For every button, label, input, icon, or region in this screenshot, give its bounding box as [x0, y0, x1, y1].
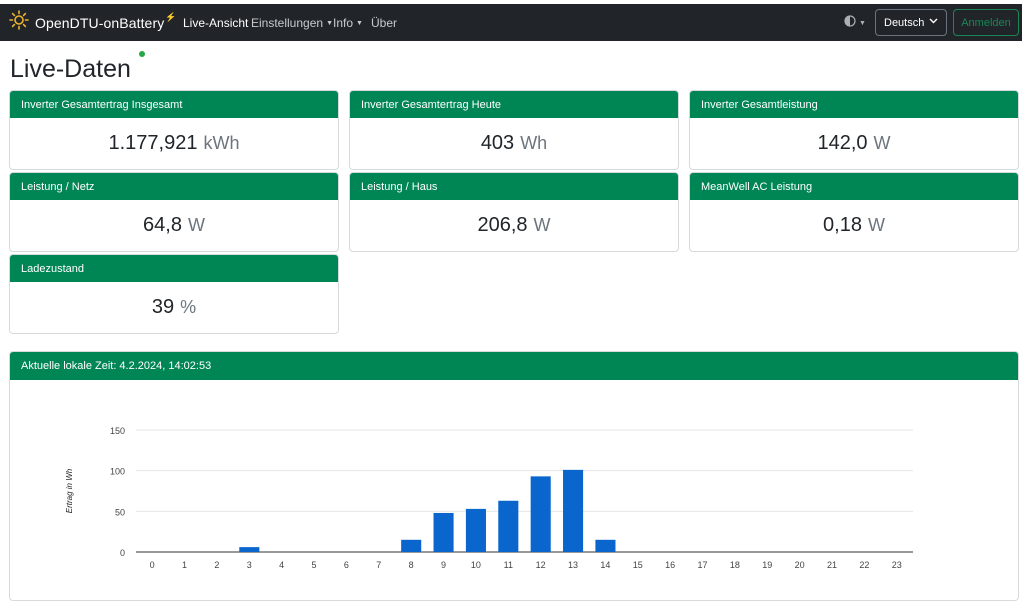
- x-tick-label: 14: [600, 560, 610, 570]
- nav-info-label: Info: [333, 15, 354, 30]
- card-house-power: Leistung / Haus 206,8 W: [349, 172, 679, 252]
- card-total-power: Inverter Gesamtleistung 142,0 W: [689, 90, 1019, 170]
- card-value: 1.177,921: [108, 132, 198, 154]
- yield-bar-chart: 050100150Ertrag in Wh0 1 2 3 4 5 6 7 8 9 10 11 12 13 1…: [65, 426, 913, 570]
- nav-live-view-label: Live-Ansicht: [183, 15, 249, 30]
- x-tick-label: 7: [376, 560, 381, 570]
- brand-name: OpenDTU-onBattery: [35, 14, 165, 31]
- bar-hour-8: [401, 539, 422, 552]
- card-header: Leistung / Haus: [350, 173, 678, 200]
- bar-hour-13: [563, 469, 584, 552]
- y-tick-label: 0: [120, 548, 125, 558]
- card-today-yield: Inverter Gesamtertrag Heute 403 Wh: [349, 90, 679, 170]
- bar-hour-12: [530, 476, 551, 552]
- x-tick-label: 17: [698, 560, 708, 570]
- x-tick-label: 23: [892, 560, 902, 570]
- x-tick-label: 22: [859, 560, 869, 570]
- card-meanwell-power: MeanWell AC Leistung 0,18 W: [689, 172, 1019, 252]
- x-tick-label: 4: [279, 560, 284, 570]
- top-navbar: OpenDTU-onBattery ⚡ Live-Ansicht Einstel…: [0, 4, 1022, 41]
- card-header: Leistung / Netz: [10, 173, 338, 200]
- x-tick-label: 9: [441, 560, 446, 570]
- card-header: Ladezustand: [10, 255, 338, 282]
- card-header: Inverter Gesamtertrag Heute: [350, 91, 678, 118]
- card-unit: W: [873, 133, 891, 153]
- x-tick-label: 12: [536, 560, 546, 570]
- x-tick-label: 13: [568, 560, 578, 570]
- caret-down-icon: ▼: [326, 20, 333, 27]
- card-header: Inverter Gesamtleistung: [690, 91, 1018, 118]
- x-tick-label: 0: [150, 560, 155, 570]
- card-value: 64,8: [143, 214, 182, 236]
- x-tick-label: 5: [312, 560, 317, 570]
- chart-card-header: Aktuelle lokale Zeit: 4.2.2024, 14:02:53: [10, 352, 1018, 380]
- card-value: 39: [151, 296, 175, 318]
- y-axis-label: Ertrag in Wh: [65, 468, 74, 513]
- card-header: MeanWell AC Leistung: [690, 173, 1018, 200]
- card-unit: kWh: [203, 133, 240, 153]
- card-value: 0,18: [823, 214, 862, 236]
- battery-icon: ⚡: [165, 12, 177, 22]
- card-value: 206,8: [477, 214, 528, 236]
- login-button[interactable]: Anmelden: [953, 9, 1019, 36]
- x-tick-label: 2: [214, 560, 219, 570]
- y-tick-label: 150: [110, 426, 125, 436]
- chart-card: Aktuelle lokale Zeit: 4.2.2024, 14:02:53…: [9, 351, 1019, 601]
- card-value: 403: [480, 132, 515, 154]
- card-unit: %: [180, 297, 197, 317]
- nav-about[interactable]: Über: [371, 4, 397, 41]
- x-tick-label: 6: [344, 560, 349, 570]
- card-unit: W: [187, 215, 205, 235]
- nav-settings-label: Einstellungen: [251, 15, 324, 30]
- half-circle-icon: [844, 15, 856, 30]
- language-select[interactable]: Deutsch: [875, 9, 947, 36]
- theme-toggle[interactable]: ▼: [844, 4, 866, 41]
- nav-settings-dropdown[interactable]: Einstellungen ▼: [251, 4, 333, 41]
- y-tick-label: 100: [110, 467, 125, 477]
- nav-live-view[interactable]: Live-Ansicht: [183, 4, 248, 41]
- y-tick-label: 50: [115, 507, 125, 517]
- x-tick-label: 16: [665, 560, 675, 570]
- caret-down-icon: ▼: [356, 20, 363, 27]
- nav-about-label: Über: [371, 15, 398, 30]
- x-tick-label: 15: [633, 560, 643, 570]
- card-unit: W: [867, 215, 885, 235]
- caret-down-icon: ▼: [859, 20, 866, 27]
- x-tick-label: 19: [762, 560, 772, 570]
- sun-icon: [9, 10, 29, 35]
- card-unit: Wh: [520, 133, 548, 153]
- x-tick-label: 11: [504, 560, 513, 570]
- bar-hour-11: [498, 500, 519, 552]
- x-tick-label: 21: [827, 560, 837, 570]
- chevron-down-icon: [929, 16, 938, 27]
- x-tick-label: 1: [182, 560, 187, 570]
- connection-status-dot: [139, 51, 145, 57]
- x-tick-label: 10: [471, 560, 481, 570]
- x-tick-label: 8: [409, 560, 414, 570]
- bar-hour-10: [465, 508, 486, 552]
- bar-hour-9: [433, 512, 454, 552]
- brand-link[interactable]: OpenDTU-onBattery ⚡: [9, 4, 177, 41]
- card-total-yield: Inverter Gesamtertrag Insgesamt 1.177,92…: [9, 90, 339, 170]
- x-tick-label: 20: [795, 560, 805, 570]
- language-select-value: Deutsch: [884, 16, 925, 29]
- card-state-of-charge: Ladezustand 39%: [9, 254, 339, 334]
- card-header: Inverter Gesamtertrag Insgesamt: [10, 91, 338, 118]
- bar-hour-14: [595, 539, 616, 552]
- card-grid-power: Leistung / Netz 64,8 W: [9, 172, 339, 252]
- x-tick-label: 3: [247, 560, 252, 570]
- card-unit: W: [533, 215, 551, 235]
- bar-hour-3: [239, 547, 260, 552]
- nav-info-dropdown[interactable]: Info ▼: [333, 4, 363, 41]
- card-value: 142,0: [817, 132, 868, 154]
- page-title: Live-Daten: [10, 55, 131, 83]
- x-tick-label: 18: [730, 560, 740, 570]
